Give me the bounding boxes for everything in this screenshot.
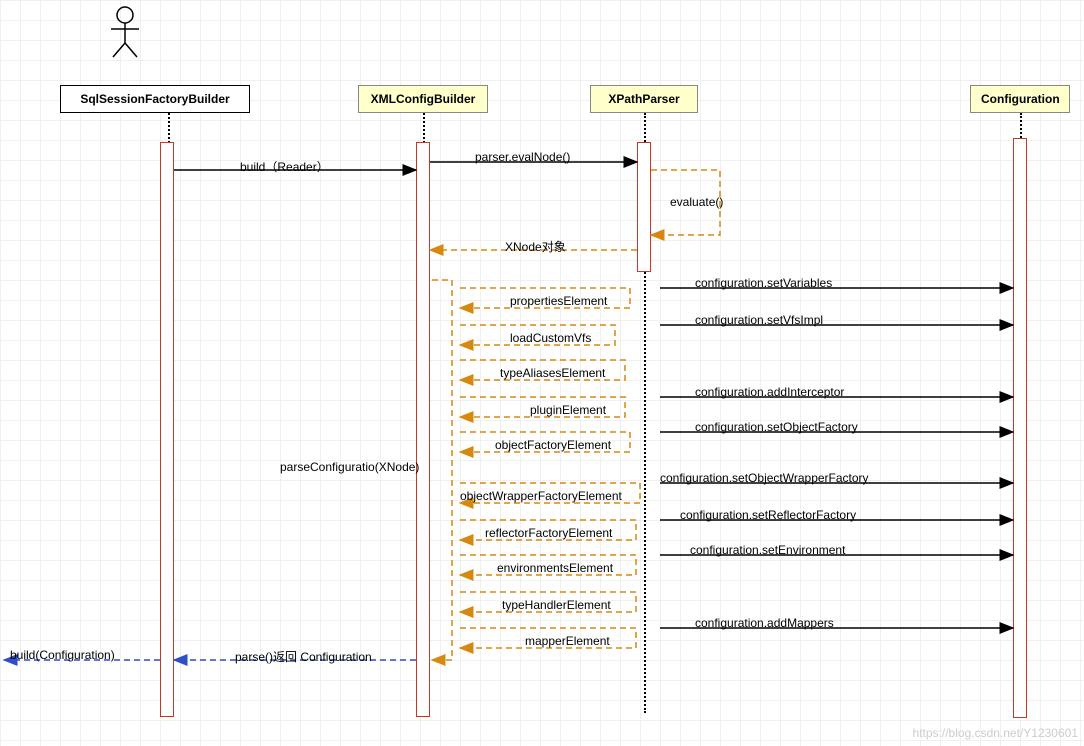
activation-p4 [1013, 138, 1027, 718]
msg-reflectorfactoryelement: reflectorFactoryElement [485, 526, 612, 540]
actor-icon [105, 5, 145, 63]
lifeline-p4 [1020, 113, 1022, 138]
participant-label: SqlSessionFactoryBuilder [80, 92, 229, 106]
participant-configuration: Configuration [970, 85, 1070, 113]
msg-mapperelement: mapperElement [525, 634, 610, 648]
msg-environmentselement: environmentsElement [497, 561, 613, 575]
msg-setvfsimpl: configuration.setVfsImpl [695, 313, 823, 327]
msg-setobjectfactory: configuration.setObjectFactory [695, 420, 858, 434]
msg-objectfactoryelement: objectFactoryElement [495, 438, 611, 452]
participant-label: XMLConfigBuilder [371, 92, 476, 106]
msg-setobjectwrapperfactory: configuration.setObjectWrapperFactory [660, 471, 869, 485]
msg-build-return: build(Configuration) [10, 648, 115, 662]
msg-setenvironment: configuration.setEnvironment [690, 543, 845, 557]
msg-pluginelement: pluginElement [530, 403, 606, 417]
activation-p3 [637, 142, 651, 272]
msg-typealiaseselement: typeAliasesElement [500, 366, 605, 380]
msg-parse-return: parse()返回 Configuration [235, 648, 372, 665]
msg-parseconfiguration: parseConfiguratio(XNode) [280, 460, 419, 474]
msg-addmappers: configuration.addMappers [695, 616, 834, 630]
msg-objectwrapperfactoryelement: objectWrapperFactoryElement [460, 489, 622, 503]
participant-xmlconfigbuilder: XMLConfigBuilder [358, 85, 488, 113]
lifeline-p1 [168, 113, 170, 143]
msg-evaluate: evaluate() [670, 195, 723, 209]
msg-loadcustomvfs: loadCustomVfs [510, 331, 591, 345]
lifeline-p2 [423, 113, 425, 143]
msg-addinterceptor: configuration.addInterceptor [695, 385, 844, 399]
activation-p2 [416, 142, 430, 717]
participant-sqlsessionfactorybuilder: SqlSessionFactoryBuilder [60, 85, 250, 113]
msg-propertieselement: propertiesElement [510, 294, 607, 308]
activation-p1 [160, 142, 174, 717]
participant-xpathparser: XPathParser [590, 85, 698, 113]
msg-xnode-return: XNode对象 [505, 238, 566, 255]
participant-label: XPathParser [608, 92, 679, 106]
msg-build-reader: build（Reader） [240, 158, 329, 175]
participant-label: Configuration [981, 92, 1060, 106]
msg-setreflectorfactory: configuration.setReflectorFactory [680, 508, 856, 522]
watermark: https://blog.csdn.net/Y1230601 [913, 726, 1078, 740]
msg-typehandlerelement: typeHandlerElement [502, 598, 611, 612]
msg-evalnode: parser.evalNode() [475, 150, 570, 164]
msg-setvariables: configuration.setVariables [695, 276, 832, 290]
